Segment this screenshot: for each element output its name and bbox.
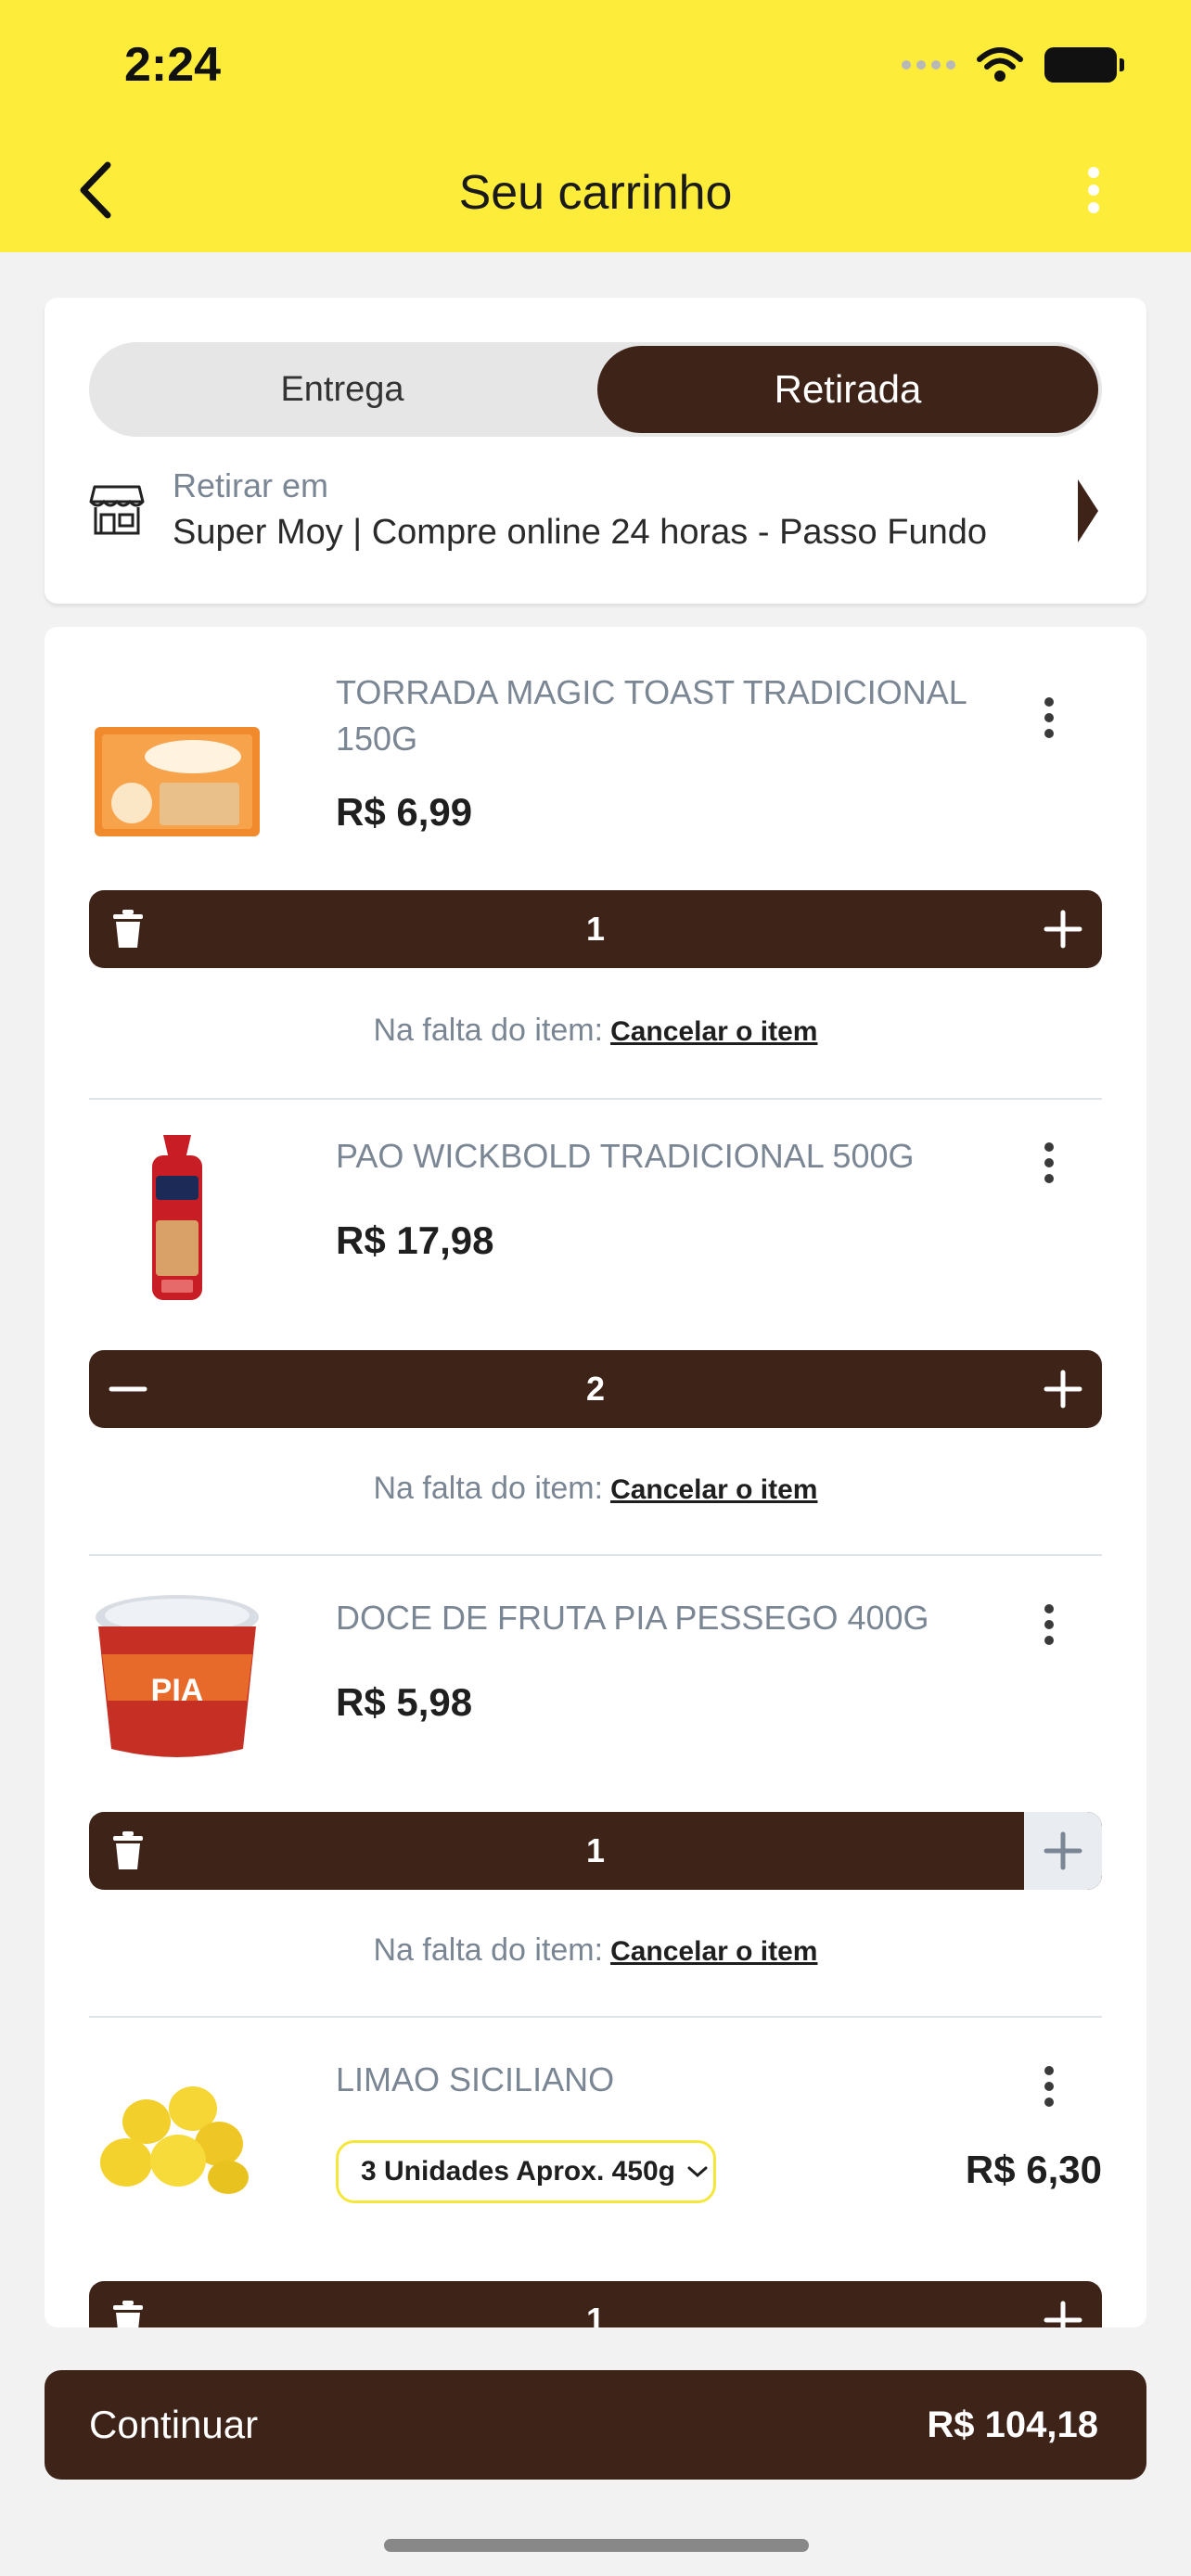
item-fallback: Na falta do item: Cancelar o item bbox=[45, 1471, 1146, 1507]
quantity-value: 2 bbox=[585, 1370, 606, 1408]
store-icon bbox=[89, 485, 145, 535]
pickup-label: Retirar em bbox=[173, 466, 329, 504]
plus-button-disabled[interactable] bbox=[1024, 1812, 1102, 1890]
trash-icon[interactable] bbox=[106, 907, 150, 951]
chevron-right-icon[interactable] bbox=[1078, 479, 1098, 542]
product-price: R$ 5,98 bbox=[336, 1680, 473, 1724]
tab-entrega[interactable]: Entrega bbox=[89, 342, 596, 437]
cart-item: TORRADA MAGIC TOAST TRADICIONAL 150G R$ … bbox=[45, 627, 1146, 1109]
tab-retirada[interactable]: Retirada bbox=[597, 346, 1098, 433]
page-title: Seu carrinho bbox=[458, 166, 733, 220]
product-image-wickbold-bread[interactable] bbox=[89, 1128, 265, 1304]
quantity-stepper: 1 bbox=[89, 890, 1102, 968]
trash-icon[interactable] bbox=[106, 2298, 150, 2327]
wifi-icon bbox=[977, 47, 1023, 82]
fallback-label: Na falta do item: bbox=[373, 1471, 604, 1506]
quantity-value: 1 bbox=[585, 910, 606, 948]
battery-icon bbox=[1044, 47, 1124, 83]
fulfillment-card: Entrega Retirada Retirar em Super Moy | … bbox=[45, 298, 1146, 604]
continue-button[interactable]: Continuar R$ 104,18 bbox=[45, 2370, 1146, 2480]
cart-total: R$ 104,18 bbox=[927, 2404, 1098, 2445]
quantity-value: 1 bbox=[585, 1831, 606, 1869]
item-options-icon[interactable] bbox=[1044, 1142, 1056, 1183]
item-options-icon[interactable] bbox=[1044, 2066, 1056, 2107]
variant-value: 3 Unidades Aprox. 450g bbox=[361, 2156, 675, 2187]
divider bbox=[89, 1554, 1102, 1556]
fallback-label: Na falta do item: bbox=[373, 1013, 604, 1048]
plus-icon[interactable] bbox=[1041, 1367, 1085, 1411]
product-name: LIMAO SICILIANO bbox=[336, 2060, 615, 2098]
continue-label: Continuar bbox=[89, 2403, 259, 2446]
product-name: PAO WICKBOLD TRADICIONAL 500G bbox=[336, 1137, 915, 1175]
fallback-label: Na falta do item: bbox=[373, 1932, 604, 1968]
cancel-item-link[interactable]: Cancelar o item bbox=[610, 1474, 817, 1505]
fulfillment-toggle: Entrega Retirada bbox=[89, 342, 1102, 437]
minus-icon[interactable] bbox=[106, 1367, 150, 1411]
product-image-pia-jam[interactable]: PIA bbox=[89, 1589, 265, 1766]
item-options-icon[interactable] bbox=[1044, 1604, 1056, 1645]
trash-icon[interactable] bbox=[106, 1829, 150, 1873]
quantity-stepper: 1 bbox=[89, 2281, 1102, 2327]
cart-item: LIMAO SICILIANO 3 Unidades Aprox. 450g R… bbox=[45, 2023, 1146, 2327]
product-name: DOCE DE FRUTA PIA PESSEGO 400G bbox=[336, 1599, 929, 1637]
variant-select[interactable]: 3 Unidades Aprox. 450g bbox=[336, 2140, 716, 2203]
item-fallback: Na falta do item: Cancelar o item bbox=[45, 1013, 1146, 1049]
cellular-signal-icon bbox=[902, 60, 955, 70]
status-time: 2:24 bbox=[124, 38, 222, 92]
product-image-lemons[interactable] bbox=[89, 2051, 265, 2227]
status-icons bbox=[902, 46, 1124, 83]
quantity-value: 1 bbox=[585, 2301, 606, 2327]
divider bbox=[89, 2016, 1102, 2018]
chevron-down-icon bbox=[687, 2166, 708, 2178]
home-indicator[interactable] bbox=[384, 2539, 809, 2552]
app-header: 2:24 Seu carrinho bbox=[0, 0, 1191, 252]
pickup-store-name[interactable]: Super Moy | Compre online 24 horas - Pas… bbox=[173, 513, 987, 553]
product-name: TORRADA MAGIC TOAST TRADICIONAL 150G bbox=[336, 673, 967, 758]
more-options-icon[interactable] bbox=[1080, 167, 1108, 213]
item-options-icon[interactable] bbox=[1044, 697, 1056, 738]
cart-item: PIA DOCE DE FRUTA PIA PESSEGO 400G R$ 5,… bbox=[45, 1562, 1146, 2023]
plus-icon[interactable] bbox=[1041, 907, 1085, 951]
plus-icon[interactable] bbox=[1041, 2298, 1085, 2327]
quantity-stepper: 2 bbox=[89, 1350, 1102, 1428]
product-price: R$ 6,99 bbox=[336, 790, 473, 834]
cart-item: PAO WICKBOLD TRADICIONAL 500G R$ 17,98 2… bbox=[45, 1100, 1146, 1562]
svg-text:PIA: PIA bbox=[151, 1673, 204, 1708]
product-price: R$ 6,30 bbox=[965, 2148, 1102, 2191]
item-fallback: Na falta do item: Cancelar o item bbox=[45, 1932, 1146, 1969]
product-price: R$ 17,98 bbox=[336, 1218, 494, 1262]
product-image-magic-toast[interactable] bbox=[89, 692, 265, 868]
plus-icon bbox=[1044, 1831, 1082, 1870]
quantity-stepper: 1 bbox=[89, 1812, 1102, 1890]
cart-items-card: TORRADA MAGIC TOAST TRADICIONAL 150G R$ … bbox=[45, 627, 1146, 2327]
cancel-item-link[interactable]: Cancelar o item bbox=[610, 1936, 817, 1967]
cancel-item-link[interactable]: Cancelar o item bbox=[610, 1016, 817, 1047]
